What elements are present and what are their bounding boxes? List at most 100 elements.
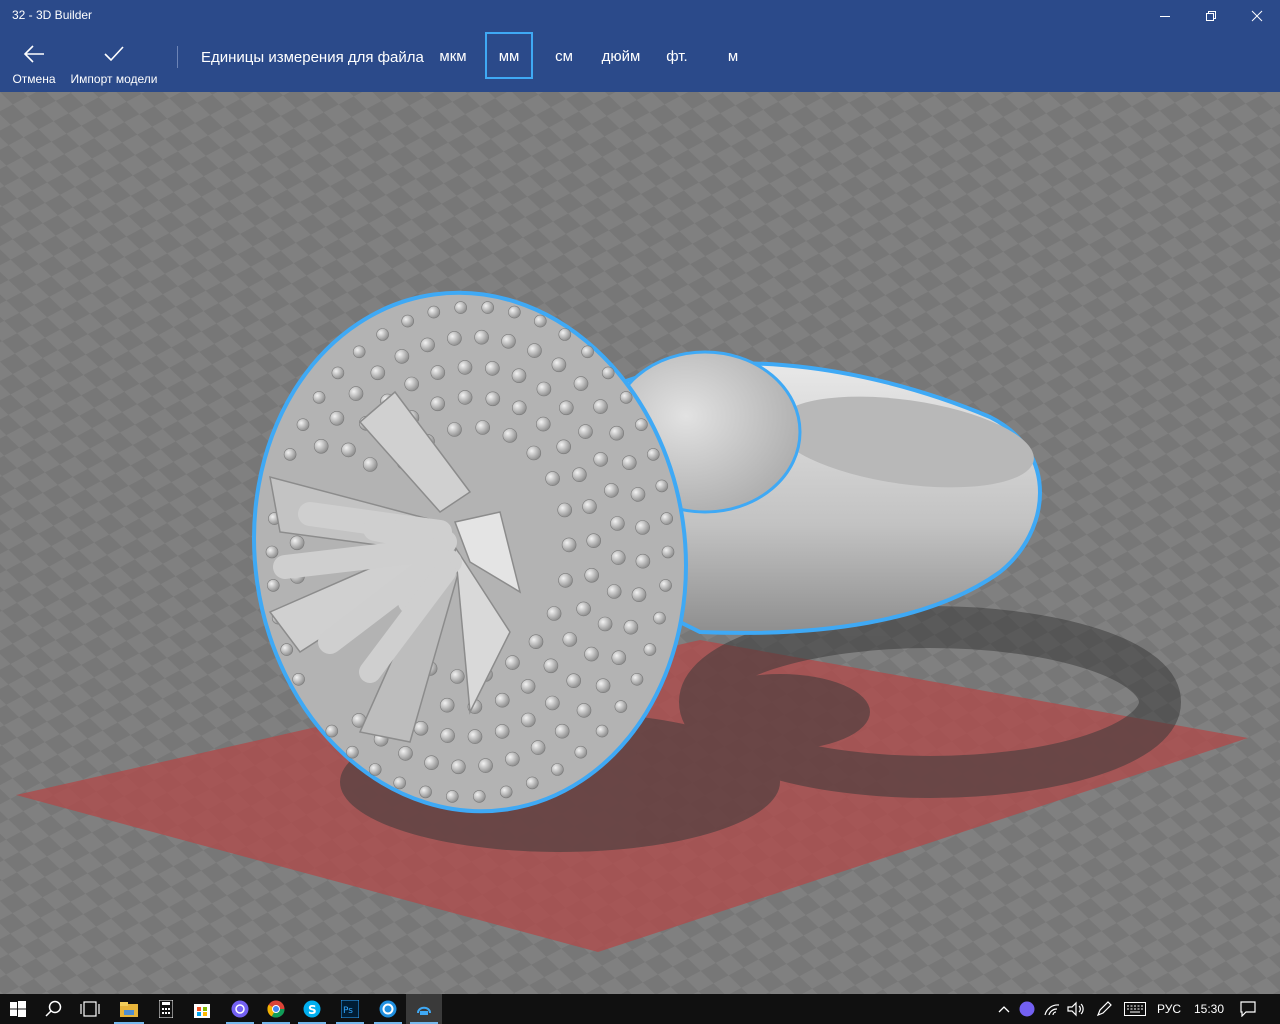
3d-viewport[interactable]	[0, 92, 1280, 994]
start-button[interactable]	[0, 994, 36, 1024]
tray-volume[interactable]	[1064, 994, 1088, 1024]
bead	[419, 785, 432, 799]
bead	[582, 499, 597, 514]
import-model-button[interactable]: Импорт модели	[66, 32, 162, 92]
bead	[574, 745, 588, 759]
tray-network[interactable]	[1040, 994, 1064, 1024]
action-center-button[interactable]	[1234, 994, 1262, 1024]
unit-option-ft[interactable]: фт.	[658, 32, 696, 79]
bead	[562, 632, 578, 647]
bead	[573, 376, 589, 391]
bead	[467, 729, 483, 744]
bead	[554, 723, 570, 739]
tray-viber[interactable]	[1016, 994, 1038, 1024]
bead	[447, 331, 462, 346]
close-icon	[1251, 10, 1263, 22]
taskbar-skype[interactable]: S	[294, 994, 330, 1024]
taskbar-3d-builder[interactable]	[406, 994, 442, 1024]
svg-text:Ps: Ps	[343, 1006, 353, 1016]
bead	[501, 334, 516, 349]
taskbar-browser[interactable]	[370, 994, 406, 1024]
bead	[401, 314, 415, 328]
bead	[630, 672, 644, 686]
bead	[368, 763, 382, 776]
bead	[611, 650, 627, 666]
bead	[551, 763, 564, 776]
bead	[556, 439, 572, 455]
bead	[646, 448, 660, 461]
bead	[558, 573, 573, 588]
bead	[424, 755, 439, 771]
bead	[621, 455, 637, 471]
bead	[593, 452, 609, 467]
bead	[494, 724, 510, 739]
chevron-up-icon	[998, 1006, 1010, 1013]
unit-option-um[interactable]: мкм	[431, 32, 475, 79]
taskbar-chrome[interactable]	[258, 994, 294, 1024]
cancel-button[interactable]: Отмена	[4, 32, 64, 92]
close-button[interactable]	[1234, 0, 1280, 32]
bead	[420, 337, 435, 353]
input-language[interactable]: РУС	[1157, 1002, 1181, 1016]
search-button[interactable]	[36, 994, 72, 1024]
skype-icon: S	[303, 1000, 321, 1018]
bead	[545, 695, 560, 711]
bead	[341, 442, 356, 458]
bead	[584, 567, 600, 583]
bead	[280, 643, 294, 656]
tray-pen[interactable]	[1092, 994, 1116, 1024]
task-view-button[interactable]	[72, 994, 108, 1024]
bead	[635, 553, 651, 569]
pen-workspace-icon	[1096, 1001, 1112, 1017]
bead	[610, 516, 625, 531]
bead	[597, 616, 613, 632]
3d-builder-icon	[417, 1006, 431, 1015]
bead	[631, 587, 647, 603]
bead	[457, 360, 473, 375]
unit-option-cm[interactable]: см	[544, 32, 584, 79]
clock[interactable]: 15:30	[1194, 1002, 1224, 1016]
bead	[643, 643, 657, 656]
bead	[362, 457, 378, 472]
tray-touch-keyboard[interactable]	[1120, 994, 1150, 1024]
bead	[449, 669, 465, 684]
bead	[265, 545, 279, 559]
bead	[454, 301, 468, 314]
bead	[505, 751, 520, 767]
bead	[394, 349, 410, 364]
bead	[533, 314, 547, 328]
minimize-button[interactable]	[1142, 0, 1188, 32]
taskbar-file-explorer[interactable]	[110, 994, 148, 1024]
taskbar-calculator[interactable]	[148, 994, 184, 1024]
bead	[475, 420, 491, 435]
bead	[505, 655, 520, 670]
bead	[635, 520, 650, 535]
bead	[508, 305, 521, 319]
bead	[348, 386, 364, 401]
bead	[511, 368, 527, 384]
bead	[610, 550, 626, 565]
bead	[581, 345, 594, 359]
bead	[566, 673, 582, 689]
bead	[595, 678, 611, 694]
bead	[511, 400, 527, 416]
show-hidden-icons-button[interactable]	[994, 994, 1014, 1024]
title-bar: 32 - 3D Builder	[0, 0, 1280, 32]
taskbar-store[interactable]	[184, 994, 220, 1024]
bead	[398, 746, 413, 761]
calculator-icon	[159, 1000, 173, 1018]
unit-option-mm[interactable]: мм	[485, 32, 533, 79]
taskbar-photoshop[interactable]: Ps	[332, 994, 368, 1024]
file-explorer-icon	[120, 1002, 138, 1017]
unit-option-inch[interactable]: дюйм	[594, 32, 648, 79]
bead	[557, 502, 573, 518]
bead	[485, 361, 500, 376]
bead	[609, 425, 625, 441]
bead	[655, 479, 669, 493]
unit-option-m[interactable]: м	[718, 32, 748, 79]
restore-button[interactable]	[1188, 0, 1234, 32]
bead	[535, 416, 551, 432]
taskbar-viber[interactable]	[222, 994, 258, 1024]
bead	[595, 724, 609, 738]
command-bar: Отмена Импорт модели Единицы измерения д…	[0, 32, 1280, 92]
